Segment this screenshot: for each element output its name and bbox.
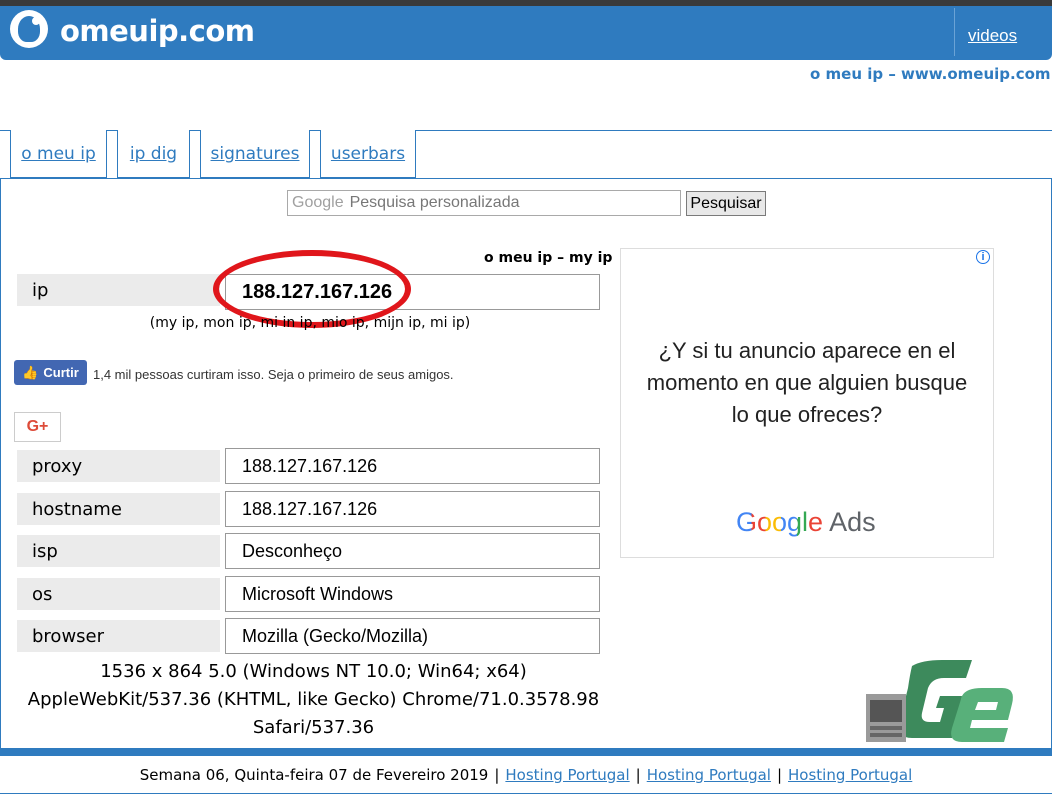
videos-link[interactable]: videos <box>968 26 1017 46</box>
like-label: Curtir <box>43 365 79 380</box>
proxy-label: proxy <box>17 450 220 482</box>
footer-bar <box>0 748 1052 756</box>
footer-date: Semana 06, Quinta-feira 07 de Fevereiro … <box>139 765 489 784</box>
footer-link-hosting[interactable]: Hosting Portugal <box>647 766 771 784</box>
user-agent-line: 1536 x 864 5.0 (Windows NT 10.0; Win64; … <box>100 661 527 682</box>
user-agent-line: AppleWebKit/537.36 (KHTML, like Gecko) C… <box>27 689 600 710</box>
tab-userbars[interactable]: userbars <box>320 130 416 178</box>
isp-label: isp <box>17 535 220 567</box>
tab-signatures[interactable]: signatures <box>200 130 310 178</box>
ad-text[interactable]: ¿Y si tu anuncio aparece en el momento e… <box>640 335 974 431</box>
ip-label: ip <box>17 274 220 306</box>
browser-label: browser <box>17 620 220 652</box>
footer-link-hosting[interactable]: Hosting Portugal <box>505 766 629 784</box>
tab-ip-dig[interactable]: ip dig <box>117 130 190 178</box>
site-tagline: o meu ip – www.omeuip.com <box>810 65 1051 83</box>
search-button[interactable]: Pesquisar <box>686 191 766 216</box>
facebook-like-button[interactable]: 👍 Curtir <box>14 360 87 385</box>
footer-link-hosting[interactable]: Hosting Portugal <box>788 766 912 784</box>
search-input[interactable]: Google Pesquisa personalizada <box>287 190 681 216</box>
google-mark: Google <box>292 194 344 211</box>
os-value: Microsoft Windows <box>225 576 600 612</box>
google-wordmark: Google <box>736 507 824 537</box>
thumbs-up-icon: 👍 <box>22 364 39 380</box>
info-icon[interactable]: i <box>976 250 990 264</box>
browser-value: Mozilla (Gecko/Mozilla) <box>225 618 600 654</box>
tab-o-meu-ip[interactable]: o meu ip <box>10 130 107 178</box>
isp-value: Desconheço <box>225 533 600 569</box>
site-logo-text[interactable]: omeuip.com <box>60 14 255 48</box>
ip-aliases: (my ip, mon ip, mi in ip, mio ip, mijn i… <box>149 315 471 331</box>
user-agent-text: 1536 x 864 5.0 (Windows NT 10.0; Win64; … <box>15 658 612 742</box>
google-ads-logo: Google Ads <box>736 507 876 538</box>
section-heading: o meu ip – my ip <box>484 250 613 266</box>
ads-wordmark: Ads <box>829 507 876 537</box>
os-label: os <box>17 578 220 610</box>
user-agent-line: Safari/537.36 <box>252 717 375 738</box>
like-count-text: 1,4 mil pessoas curtiram isso. Seja o pr… <box>93 367 454 382</box>
hostname-value: 188.127.167.126 <box>225 491 600 527</box>
search-placeholder: Pesquisa personalizada <box>349 194 520 211</box>
ge-badge-icon <box>866 660 1013 742</box>
hostname-label: hostname <box>17 493 220 525</box>
proxy-value: 188.127.167.126 <box>225 448 600 484</box>
google-plus-button[interactable]: G+ <box>14 412 61 442</box>
header-divider <box>954 8 955 56</box>
page-footer: Semana 06, Quinta-feira 07 de Fevereiro … <box>0 756 1052 794</box>
logo-icon[interactable] <box>10 10 48 48</box>
